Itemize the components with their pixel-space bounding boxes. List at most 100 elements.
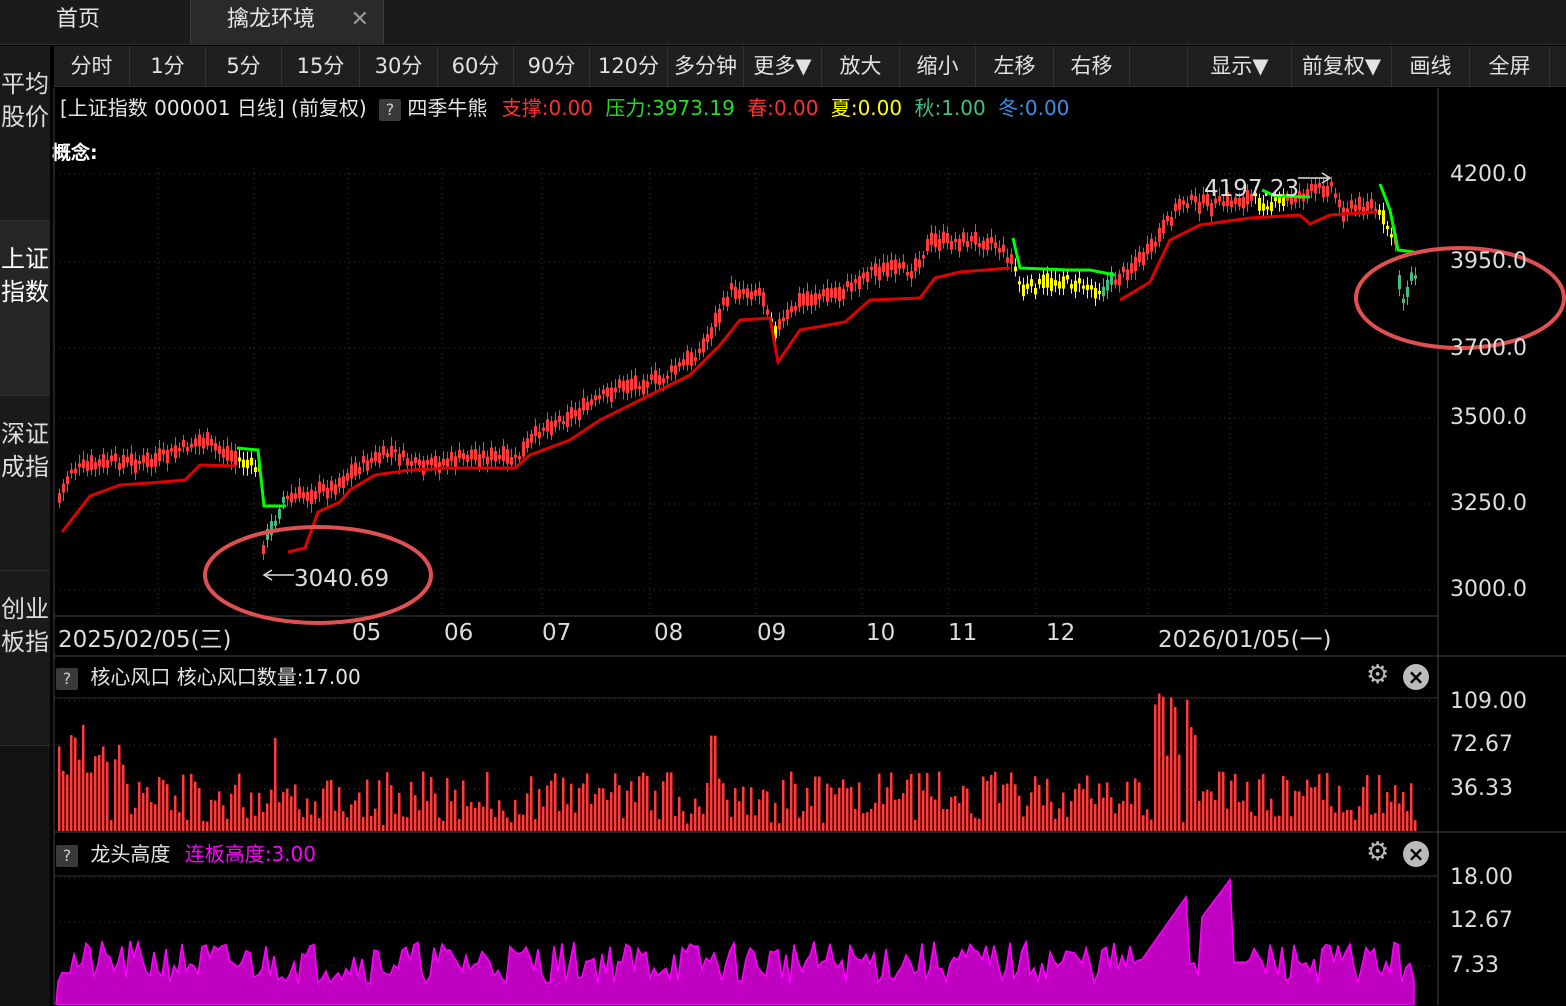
- gear-icon[interactable]: ⚙: [1366, 660, 1389, 690]
- close-icon[interactable]: ×: [1403, 664, 1429, 690]
- candle-body: [670, 365, 673, 373]
- close-icon[interactable]: ×: [1403, 841, 1429, 867]
- panel1-bar: [406, 817, 409, 831]
- gear-icon[interactable]: ⚙: [1366, 837, 1389, 867]
- panel1-bar: [526, 793, 529, 831]
- candle-body: [1398, 275, 1401, 290]
- panel1-bar: [1122, 800, 1125, 831]
- candle-body: [566, 412, 569, 427]
- panel1-bar: [66, 774, 69, 831]
- candle-body: [1038, 279, 1041, 285]
- candle-body: [890, 260, 893, 271]
- panel1-bar: [758, 799, 761, 831]
- panel1-bar: [930, 796, 933, 831]
- panel1-bar: [306, 798, 309, 831]
- candle-body: [1034, 288, 1037, 295]
- panel1-bar: [1214, 799, 1217, 831]
- candle-body: [394, 449, 397, 453]
- panel2-value: 连板高度:3.00: [184, 842, 316, 866]
- candle-body: [510, 456, 513, 465]
- panel1-bar: [230, 793, 233, 831]
- panel1-bar: [298, 809, 301, 831]
- panel1-bar: [814, 776, 817, 831]
- candle-body: [1050, 278, 1053, 292]
- candle-body: [1166, 215, 1169, 222]
- candle-body: [754, 289, 757, 296]
- candle-body: [318, 481, 321, 494]
- panel1-bar: [1318, 774, 1321, 831]
- candle-body: [182, 439, 185, 448]
- candle-body: [1130, 263, 1133, 274]
- x-tick: 11: [948, 620, 978, 646]
- panel1-bar: [494, 817, 497, 831]
- panel1-bar: [1338, 785, 1341, 831]
- candle-body: [74, 468, 77, 474]
- panel1-bar: [670, 772, 673, 831]
- panel1-bar: [1162, 696, 1165, 831]
- panel1-bar: [158, 777, 161, 831]
- panel1-bar: [1322, 799, 1325, 831]
- candle-body: [1330, 181, 1333, 187]
- candle-body: [1086, 284, 1089, 290]
- candle-body: [654, 370, 657, 384]
- candle-body: [1390, 234, 1393, 238]
- panel1-bar: [910, 773, 913, 831]
- y-tick: 7.33: [1450, 953, 1499, 978]
- panel1-bar: [1386, 792, 1389, 831]
- panel1-bar: [834, 794, 837, 831]
- support-line: [287, 266, 1011, 554]
- candle-body: [186, 446, 189, 452]
- panel1-bar: [1290, 816, 1293, 831]
- panel1-bar: [1010, 772, 1013, 831]
- candle-body: [66, 476, 69, 485]
- panel1-bar: [898, 798, 901, 831]
- candle-body: [638, 386, 641, 390]
- panel1-bar: [742, 786, 745, 831]
- candle-body: [1370, 199, 1373, 209]
- candle-body: [290, 492, 293, 503]
- panel1-bar: [1102, 797, 1105, 831]
- candle-body: [234, 450, 237, 466]
- candle-body: [138, 460, 141, 465]
- panel1-bar: [430, 777, 433, 831]
- panel1-bar: [254, 815, 257, 831]
- panel1-bar: [610, 792, 613, 831]
- candle-body: [198, 434, 201, 447]
- help-icon[interactable]: ?: [56, 667, 78, 690]
- candle-body: [278, 509, 281, 519]
- candle-body: [1074, 280, 1077, 292]
- candle-body: [678, 362, 681, 367]
- y-tick: 3500.0: [1450, 405, 1527, 430]
- panel1-bar: [854, 808, 857, 831]
- candle-body: [298, 486, 301, 499]
- candle-body: [578, 408, 581, 421]
- panel1-bar: [154, 804, 157, 831]
- panel1-title: 核心风口 核心风口数量:17.00: [90, 665, 361, 689]
- panel1-bar: [1234, 773, 1237, 831]
- panel1-bar: [1374, 813, 1377, 831]
- candle-body: [262, 545, 265, 555]
- candle-body: [1222, 201, 1225, 207]
- panel1-bar: [258, 792, 261, 831]
- panel1-bar: [1142, 815, 1145, 831]
- panel1-bar: [598, 787, 601, 831]
- candle-body: [350, 464, 353, 479]
- candle-body: [1402, 298, 1405, 304]
- candle-body: [550, 421, 553, 436]
- panel1-bar: [770, 822, 773, 831]
- panel1-bar: [190, 773, 193, 831]
- panel1-bar: [378, 780, 381, 831]
- panel1-bar: [370, 815, 373, 831]
- help-icon[interactable]: ?: [56, 844, 78, 867]
- candle-body: [114, 453, 117, 462]
- candle-body: [174, 445, 177, 459]
- panel1-bar: [1278, 815, 1281, 831]
- candle-body: [86, 461, 89, 471]
- candle-body: [862, 272, 865, 279]
- candle-body: [538, 431, 541, 439]
- panel1-bar: [1342, 812, 1345, 831]
- panel1-bar: [142, 793, 145, 831]
- panel1-bar: [690, 813, 693, 831]
- candle-body: [1142, 252, 1145, 266]
- panel1-bar: [542, 806, 545, 831]
